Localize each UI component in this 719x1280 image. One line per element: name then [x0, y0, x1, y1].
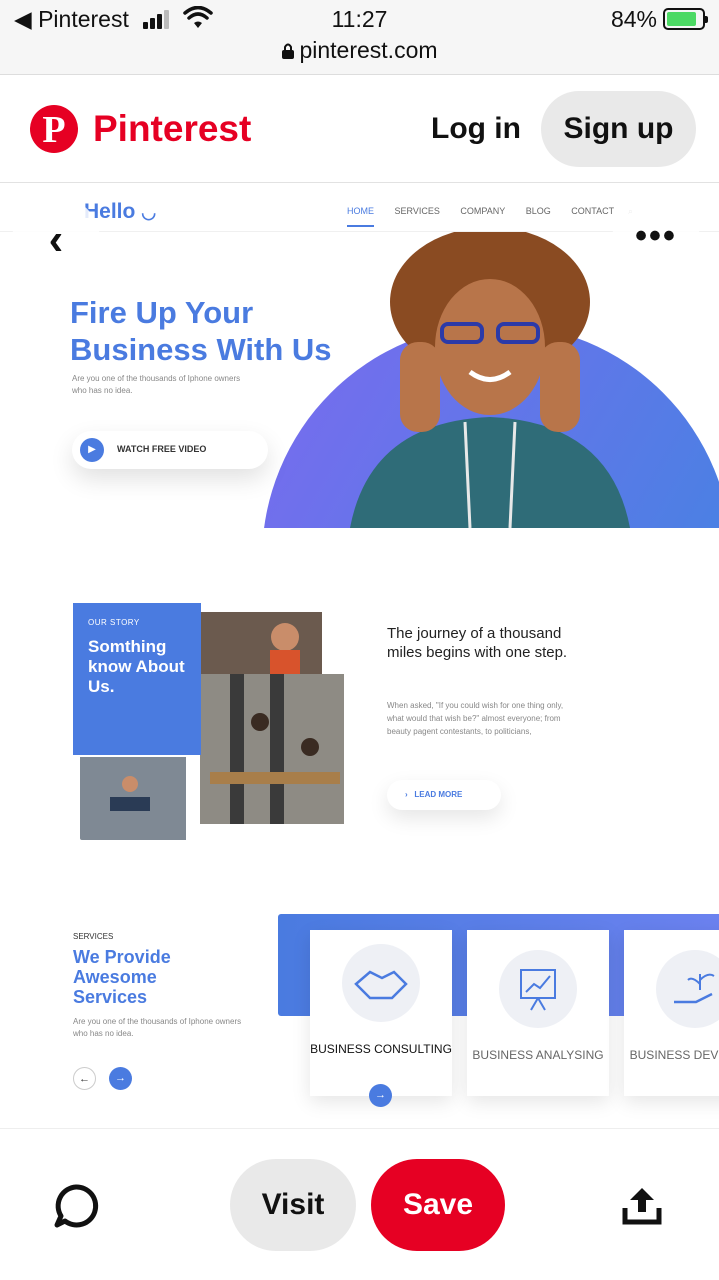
- watch-video-button: ▶ WATCH FREE VIDEO: [72, 431, 268, 469]
- journey-text: When asked, "If you could wish for one t…: [387, 701, 564, 736]
- more-options-button[interactable]: •••: [612, 196, 700, 284]
- services-title: We Provide Awesome Services: [73, 947, 171, 1007]
- login-button[interactable]: Log in: [431, 112, 521, 146]
- status-bar: ◀ Pinterest 11:27 pinterest.com 84%: [0, 0, 719, 75]
- service-card: BUSINESS CONSULTING: [310, 930, 452, 1096]
- our-story-title: Somthing know About Us.: [88, 637, 185, 696]
- site-nav-blog: BLOG: [525, 206, 551, 216]
- comment-icon[interactable]: [53, 1183, 99, 1229]
- service-card: BUSINESS DEVELOPM: [624, 930, 719, 1096]
- card-next-arrow-icon: →: [369, 1084, 392, 1107]
- site-nav-services: SERVICES: [394, 206, 440, 216]
- url-text: pinterest.com: [299, 37, 438, 63]
- service-card-name: BUSINESS ANALYSING: [472, 1048, 604, 1062]
- service-card-name: BUSINESS DEVELOPM: [629, 1048, 719, 1062]
- share-icon[interactable]: [621, 1184, 663, 1226]
- handshake-icon: [342, 944, 420, 1022]
- lead-more-button: › LEAD MORE: [387, 780, 501, 810]
- pin-action-bar: Visit Save: [0, 1128, 719, 1280]
- services-label: SERVICES: [73, 932, 114, 941]
- our-story-card: OUR STORY Somthing know About Us.: [73, 603, 201, 755]
- brand-name[interactable]: Pinterest: [93, 108, 251, 150]
- site-nav-company: COMPANY: [460, 206, 506, 216]
- signup-button[interactable]: Sign up: [541, 91, 696, 167]
- site-menu: HOME SERVICES COMPANY BLOG CONTACT: [347, 206, 632, 227]
- visit-button[interactable]: Visit: [230, 1159, 356, 1251]
- battery-icon: [663, 8, 708, 30]
- hero-title: Fire Up Your Business With Us: [70, 295, 332, 367]
- hero-woman-photo: [350, 232, 630, 528]
- address-bar[interactable]: pinterest.com: [0, 37, 719, 64]
- next-arrow-icon: →: [109, 1067, 132, 1090]
- site-navbar: Hello ◡ HOME SERVICES COMPANY BLOG CONTA…: [0, 184, 719, 232]
- services-subtitle: Are you one of the thousands of Iphone o…: [73, 1017, 242, 1038]
- journey-heading: The journey of a thousand miles begins w…: [387, 625, 568, 661]
- site-nav-contact: CONTACT: [571, 206, 615, 216]
- service-card-name: BUSINESS CONSULTING: [310, 1042, 452, 1056]
- ellipsis-icon: •••: [635, 217, 677, 255]
- our-story-label: OUR STORY: [88, 618, 140, 627]
- site-nav-home: HOME: [347, 206, 374, 227]
- save-button[interactable]: Save: [371, 1159, 505, 1251]
- prev-arrow-icon: ←: [73, 1067, 96, 1090]
- pinterest-logo-icon[interactable]: P: [30, 105, 78, 153]
- presentation-chart-icon: [499, 950, 577, 1028]
- back-button[interactable]: ‹: [12, 196, 100, 284]
- lock-icon: [282, 43, 295, 59]
- chevron-left-icon: ‹: [48, 215, 64, 264]
- hand-plant-icon: [656, 950, 719, 1028]
- watch-video-label: WATCH FREE VIDEO: [117, 444, 207, 454]
- service-card: BUSINESS ANALYSING: [467, 930, 609, 1096]
- hero-subtitle: Are you one of the thousands of Iphone o…: [72, 374, 241, 395]
- play-icon: ▶: [80, 438, 104, 462]
- pin-image[interactable]: Hello ◡ HOME SERVICES COMPANY BLOG CONTA…: [0, 184, 719, 1128]
- pinterest-header: P Pinterest Log in Sign up: [0, 76, 719, 183]
- battery-percent: 84%: [610, 6, 657, 32]
